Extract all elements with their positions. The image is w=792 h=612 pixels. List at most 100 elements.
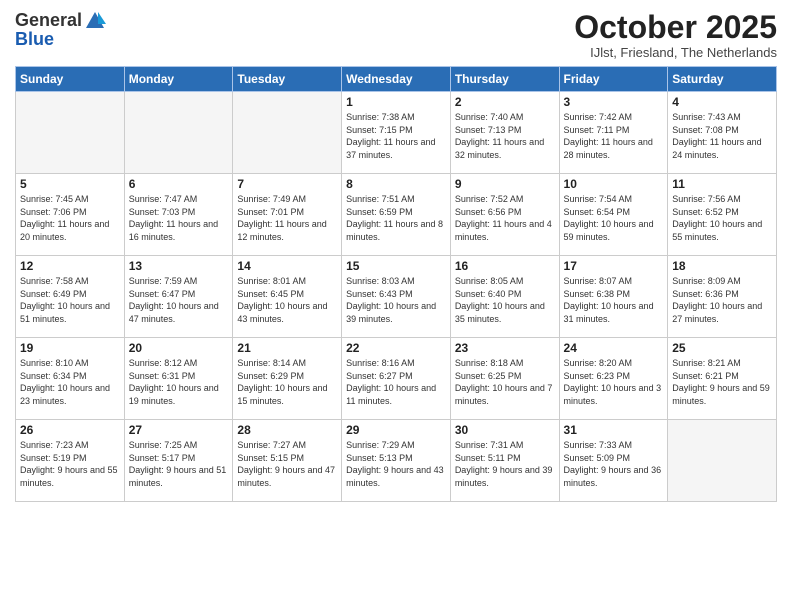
day-number: 1 (346, 95, 446, 109)
day-info: Sunrise: 7:51 AM Sunset: 6:59 PM Dayligh… (346, 193, 446, 243)
table-row: 8 Sunrise: 7:51 AM Sunset: 6:59 PM Daylig… (342, 174, 451, 256)
col-friday: Friday (559, 67, 668, 92)
subtitle: IJlst, Friesland, The Netherlands (574, 45, 777, 60)
table-row (124, 92, 233, 174)
table-row: 4Sunrise: 7:43 AM Sunset: 7:08 PM Daylig… (668, 92, 777, 174)
day-number: 22 (346, 341, 446, 355)
day-number: 31 (564, 423, 664, 437)
day-number: 12 (20, 259, 120, 273)
calendar-table: Sunday Monday Tuesday Wednesday Thursday… (15, 66, 777, 502)
table-row: 30Sunrise: 7:31 AM Sunset: 5:11 PM Dayli… (450, 420, 559, 502)
day-info: Sunrise: 7:49 AM Sunset: 7:01 PM Dayligh… (237, 193, 337, 243)
table-row: 5Sunrise: 7:45 AM Sunset: 7:06 PM Daylig… (16, 174, 125, 256)
day-number: 10 (564, 177, 664, 191)
day-info: Sunrise: 7:58 AM Sunset: 6:49 PM Dayligh… (20, 275, 120, 325)
day-number: 24 (564, 341, 664, 355)
day-number: 15 (346, 259, 446, 273)
day-info: Sunrise: 7:33 AM Sunset: 5:09 PM Dayligh… (564, 439, 664, 489)
table-row: 10 Sunrise: 7:54 AM Sunset: 6:54 PM Dayli… (559, 174, 668, 256)
table-row: 18Sunrise: 8:09 AM Sunset: 6:36 PM Dayli… (668, 256, 777, 338)
table-row: 31 Sunrise: 7:33 AM Sunset: 5:09 PM Dayli… (559, 420, 668, 502)
day-number: 29 (346, 423, 446, 437)
table-row: 26 Sunrise: 7:23 AM Sunset: 5:19 PM Dayli… (16, 420, 125, 502)
day-info: Sunrise: 8:14 AM Sunset: 6:29 PM Dayligh… (237, 357, 337, 407)
day-info: Sunrise: 7:29 AM Sunset: 5:13 PM Dayligh… (346, 439, 446, 489)
table-row (233, 92, 342, 174)
day-number: 8 (346, 177, 446, 191)
table-row (16, 92, 125, 174)
day-info: Sunrise: 7:43 AM Sunset: 7:08 PM Dayligh… (672, 111, 772, 161)
table-row: 27Sunrise: 7:25 AM Sunset: 5:17 PM Dayli… (124, 420, 233, 502)
day-info: Sunrise: 8:05 AM Sunset: 6:40 PM Dayligh… (455, 275, 555, 325)
table-row: 28 Sunrise: 7:27 AM Sunset: 5:15 PM Dayli… (233, 420, 342, 502)
logo-icon (84, 10, 106, 32)
day-number: 2 (455, 95, 555, 109)
page: General Blue October 2025 IJlst, Friesla… (0, 0, 792, 612)
calendar-header-row: Sunday Monday Tuesday Wednesday Thursday… (16, 67, 777, 92)
table-row: 13Sunrise: 7:59 AM Sunset: 6:47 PM Dayli… (124, 256, 233, 338)
table-row: 16 Sunrise: 8:05 AM Sunset: 6:40 PM Dayli… (450, 256, 559, 338)
day-number: 3 (564, 95, 664, 109)
table-row: 15 Sunrise: 8:03 AM Sunset: 6:43 PM Dayli… (342, 256, 451, 338)
table-row: 20 Sunrise: 8:12 AM Sunset: 6:31 PM Dayli… (124, 338, 233, 420)
day-info: Sunrise: 8:18 AM Sunset: 6:25 PM Dayligh… (455, 357, 555, 407)
col-wednesday: Wednesday (342, 67, 451, 92)
day-number: 28 (237, 423, 337, 437)
day-info: Sunrise: 7:40 AM Sunset: 7:13 PM Dayligh… (455, 111, 555, 161)
logo-general-text: General (15, 11, 82, 31)
day-info: Sunrise: 8:21 AM Sunset: 6:21 PM Dayligh… (672, 357, 772, 407)
title-block: October 2025 IJlst, Friesland, The Nethe… (574, 10, 777, 60)
calendar-week-row: 26 Sunrise: 7:23 AM Sunset: 5:19 PM Dayli… (16, 420, 777, 502)
table-row: 3Sunrise: 7:42 AM Sunset: 7:11 PM Daylig… (559, 92, 668, 174)
day-info: Sunrise: 8:16 AM Sunset: 6:27 PM Dayligh… (346, 357, 446, 407)
day-info: Sunrise: 7:54 AM Sunset: 6:54 PM Dayligh… (564, 193, 664, 243)
day-number: 19 (20, 341, 120, 355)
logo: General Blue (15, 10, 106, 50)
month-title: October 2025 (574, 10, 777, 45)
day-info: Sunrise: 8:07 AM Sunset: 6:38 PM Dayligh… (564, 275, 664, 325)
day-info: Sunrise: 8:10 AM Sunset: 6:34 PM Dayligh… (20, 357, 120, 407)
table-row: 23 Sunrise: 8:18 AM Sunset: 6:25 PM Dayli… (450, 338, 559, 420)
header: General Blue October 2025 IJlst, Friesla… (15, 10, 777, 60)
day-info: Sunrise: 8:01 AM Sunset: 6:45 PM Dayligh… (237, 275, 337, 325)
day-info: Sunrise: 7:47 AM Sunset: 7:03 PM Dayligh… (129, 193, 229, 243)
day-info: Sunrise: 7:31 AM Sunset: 5:11 PM Dayligh… (455, 439, 555, 489)
day-info: Sunrise: 7:23 AM Sunset: 5:19 PM Dayligh… (20, 439, 120, 489)
day-number: 25 (672, 341, 772, 355)
calendar-week-row: 12 Sunrise: 7:58 AM Sunset: 6:49 PM Dayli… (16, 256, 777, 338)
calendar-week-row: 19 Sunrise: 8:10 AM Sunset: 6:34 PM Dayli… (16, 338, 777, 420)
day-info: Sunrise: 8:20 AM Sunset: 6:23 PM Dayligh… (564, 357, 664, 407)
day-number: 26 (20, 423, 120, 437)
calendar-week-row: 1 Sunrise: 7:38 AM Sunset: 7:15 PM Daylig… (16, 92, 777, 174)
table-row: 9 Sunrise: 7:52 AM Sunset: 6:56 PM Daylig… (450, 174, 559, 256)
table-row: 12 Sunrise: 7:58 AM Sunset: 6:49 PM Dayli… (16, 256, 125, 338)
day-number: 16 (455, 259, 555, 273)
calendar-week-row: 5Sunrise: 7:45 AM Sunset: 7:06 PM Daylig… (16, 174, 777, 256)
table-row (668, 420, 777, 502)
day-info: Sunrise: 7:52 AM Sunset: 6:56 PM Dayligh… (455, 193, 555, 243)
day-info: Sunrise: 8:09 AM Sunset: 6:36 PM Dayligh… (672, 275, 772, 325)
day-number: 20 (129, 341, 229, 355)
day-number: 13 (129, 259, 229, 273)
table-row: 21Sunrise: 8:14 AM Sunset: 6:29 PM Dayli… (233, 338, 342, 420)
day-number: 7 (237, 177, 337, 191)
day-number: 9 (455, 177, 555, 191)
day-number: 23 (455, 341, 555, 355)
col-sunday: Sunday (16, 67, 125, 92)
table-row: 22 Sunrise: 8:16 AM Sunset: 6:27 PM Dayli… (342, 338, 451, 420)
table-row: 25 Sunrise: 8:21 AM Sunset: 6:21 PM Dayli… (668, 338, 777, 420)
table-row: 2 Sunrise: 7:40 AM Sunset: 7:13 PM Daylig… (450, 92, 559, 174)
day-number: 14 (237, 259, 337, 273)
day-info: Sunrise: 7:38 AM Sunset: 7:15 PM Dayligh… (346, 111, 446, 161)
col-tuesday: Tuesday (233, 67, 342, 92)
day-number: 5 (20, 177, 120, 191)
day-info: Sunrise: 8:12 AM Sunset: 6:31 PM Dayligh… (129, 357, 229, 407)
col-saturday: Saturday (668, 67, 777, 92)
day-number: 6 (129, 177, 229, 191)
day-number: 11 (672, 177, 772, 191)
table-row: 17Sunrise: 8:07 AM Sunset: 6:38 PM Dayli… (559, 256, 668, 338)
day-info: Sunrise: 8:03 AM Sunset: 6:43 PM Dayligh… (346, 275, 446, 325)
table-row: 6 Sunrise: 7:47 AM Sunset: 7:03 PM Daylig… (124, 174, 233, 256)
day-info: Sunrise: 7:27 AM Sunset: 5:15 PM Dayligh… (237, 439, 337, 489)
table-row: 24 Sunrise: 8:20 AM Sunset: 6:23 PM Dayli… (559, 338, 668, 420)
